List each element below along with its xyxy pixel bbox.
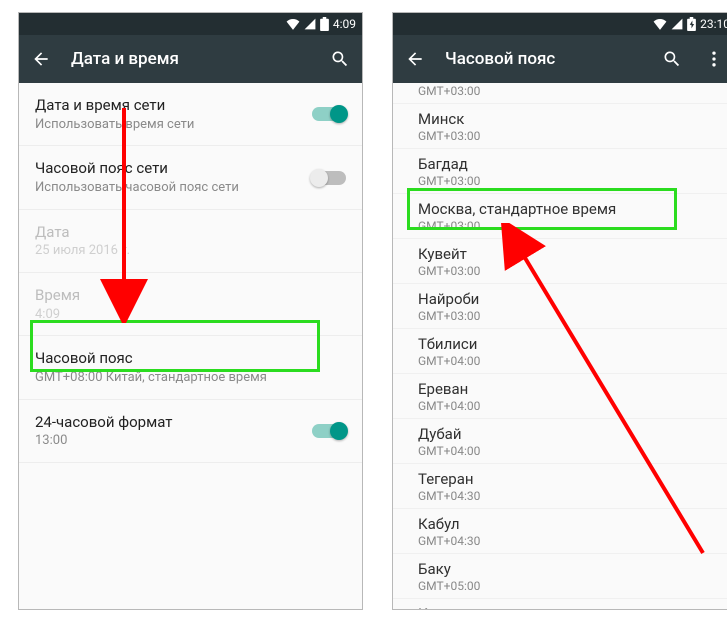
battery-charging-icon xyxy=(687,17,696,31)
tz-city: Ереван xyxy=(418,380,720,398)
setting-label: Дата и время сети xyxy=(35,96,312,115)
setting-24h-format[interactable]: 24-часовой формат 13:00 xyxy=(19,400,362,463)
search-button[interactable] xyxy=(328,47,352,71)
status-time: 23:10 xyxy=(700,17,727,31)
list-item[interactable]: Тбилиси GMT+04:00 xyxy=(393,329,727,374)
app-bar: Часовой пояс xyxy=(393,35,727,83)
search-icon xyxy=(662,49,682,69)
setting-sub: 4:09 xyxy=(35,307,346,323)
battery-icon xyxy=(320,17,329,31)
tz-gmt: GMT+04:00 xyxy=(418,444,720,458)
page-title: Часовой пояс xyxy=(445,49,642,69)
timezone-list[interactable]: GMT+03:00 Минск GMT+03:00 Багдад GMT+03:… xyxy=(393,83,727,609)
page-title: Дата и время xyxy=(71,49,310,69)
tz-city: Минск xyxy=(418,110,720,128)
tz-city: Кувейт xyxy=(418,245,720,263)
overflow-button[interactable] xyxy=(702,47,726,71)
setting-label: 24-часовой формат xyxy=(35,413,312,432)
setting-label: Часовой пояс сети xyxy=(35,159,312,178)
list-item[interactable]: Кабул GMT+04:30 xyxy=(393,509,727,554)
app-bar: Дата и время xyxy=(19,35,362,83)
list-item[interactable]: Багдад GMT+03:00 xyxy=(393,149,727,194)
setting-sub: Использовать часовой пояс сети xyxy=(35,180,312,196)
status-time: 4:09 xyxy=(333,17,356,31)
search-icon xyxy=(330,49,350,69)
tz-gmt: GMT+03:00 xyxy=(418,219,720,233)
setting-sub: 13:00 xyxy=(35,433,312,449)
more-vert-icon xyxy=(704,49,724,69)
setting-sub: Использовать время сети xyxy=(35,117,312,133)
tz-gmt: GMT+04:30 xyxy=(418,534,720,548)
back-button[interactable] xyxy=(403,47,427,71)
tz-city: Карачи xyxy=(418,605,720,609)
tz-city: Багдад xyxy=(418,155,720,173)
switch-network-timezone[interactable] xyxy=(312,171,346,185)
setting-label: Дата xyxy=(35,223,346,242)
list-item[interactable]: Баку GMT+05:00 xyxy=(393,554,727,599)
setting-sub: GMT+08:00 Китай, стандартное время xyxy=(35,370,346,386)
tz-gmt: GMT+03:00 xyxy=(418,309,720,323)
list-item[interactable]: Ереван GMT+04:00 xyxy=(393,374,727,419)
signal-icon xyxy=(304,18,316,30)
tz-city: Тегеран xyxy=(418,470,720,488)
switch-24h-format[interactable] xyxy=(312,424,346,438)
tz-city: Дубай xyxy=(418,425,720,443)
tz-gmt: GMT+04:00 xyxy=(418,399,720,413)
tz-gmt: GMT+04:00 xyxy=(418,354,720,368)
phone-left: 4:09 Дата и время Дата и время сети Испо… xyxy=(18,12,363,610)
list-item-moscow[interactable]: Москва, стандартное время GMT+03:00 xyxy=(393,194,727,239)
setting-label: Время xyxy=(35,286,346,305)
list-item[interactable]: Найроби GMT+03:00 xyxy=(393,284,727,329)
tz-city: Кабул xyxy=(418,515,720,533)
tz-city: Найроби xyxy=(418,290,720,308)
setting-date: Дата 25 июля 2016 г. xyxy=(19,210,362,273)
setting-network-datetime[interactable]: Дата и время сети Использовать время сет… xyxy=(19,83,362,146)
list-item[interactable]: Минск GMT+03:00 xyxy=(393,104,727,149)
setting-sub: 25 июля 2016 г. xyxy=(35,243,346,259)
tz-gmt: GMT+03:00 xyxy=(418,84,720,98)
tz-city: Тбилиси xyxy=(418,335,720,353)
back-button[interactable] xyxy=(29,47,53,71)
setting-timezone[interactable]: Часовой пояс GMT+08:00 Китай, стандартно… xyxy=(19,336,362,399)
list-item[interactable]: GMT+03:00 xyxy=(393,84,727,104)
tz-gmt: GMT+04:30 xyxy=(418,489,720,503)
tz-gmt: GMT+03:00 xyxy=(418,129,720,143)
tz-city: Баку xyxy=(418,560,720,578)
list-item[interactable]: Дубай GMT+04:00 xyxy=(393,419,727,464)
list-item[interactable]: Тегеран GMT+04:30 xyxy=(393,464,727,509)
setting-network-timezone[interactable]: Часовой пояс сети Использовать часовой п… xyxy=(19,146,362,209)
list-item[interactable]: Карачи xyxy=(393,599,727,609)
settings-list: Дата и время сети Использовать время сет… xyxy=(19,83,362,609)
wifi-icon xyxy=(653,18,667,30)
arrow-back-icon xyxy=(405,49,425,69)
wifi-icon xyxy=(286,18,300,30)
tz-gmt: GMT+03:00 xyxy=(418,174,720,188)
switch-network-datetime[interactable] xyxy=(312,107,346,121)
tz-gmt: GMT+03:00 xyxy=(418,264,720,278)
signal-icon xyxy=(671,18,683,30)
arrow-back-icon xyxy=(31,49,51,69)
setting-label: Часовой пояс xyxy=(35,349,346,368)
status-bar: 4:09 xyxy=(19,13,362,35)
phone-right: 23:10 Часовой пояс GMT+03:00 Минск GMT+0… xyxy=(392,12,727,610)
tz-city: Москва, стандартное время xyxy=(418,200,720,218)
setting-time: Время 4:09 xyxy=(19,273,362,336)
search-button[interactable] xyxy=(660,47,684,71)
status-bar: 23:10 xyxy=(393,13,727,35)
list-item[interactable]: Кувейт GMT+03:00 xyxy=(393,239,727,284)
tz-gmt: GMT+05:00 xyxy=(418,579,720,593)
